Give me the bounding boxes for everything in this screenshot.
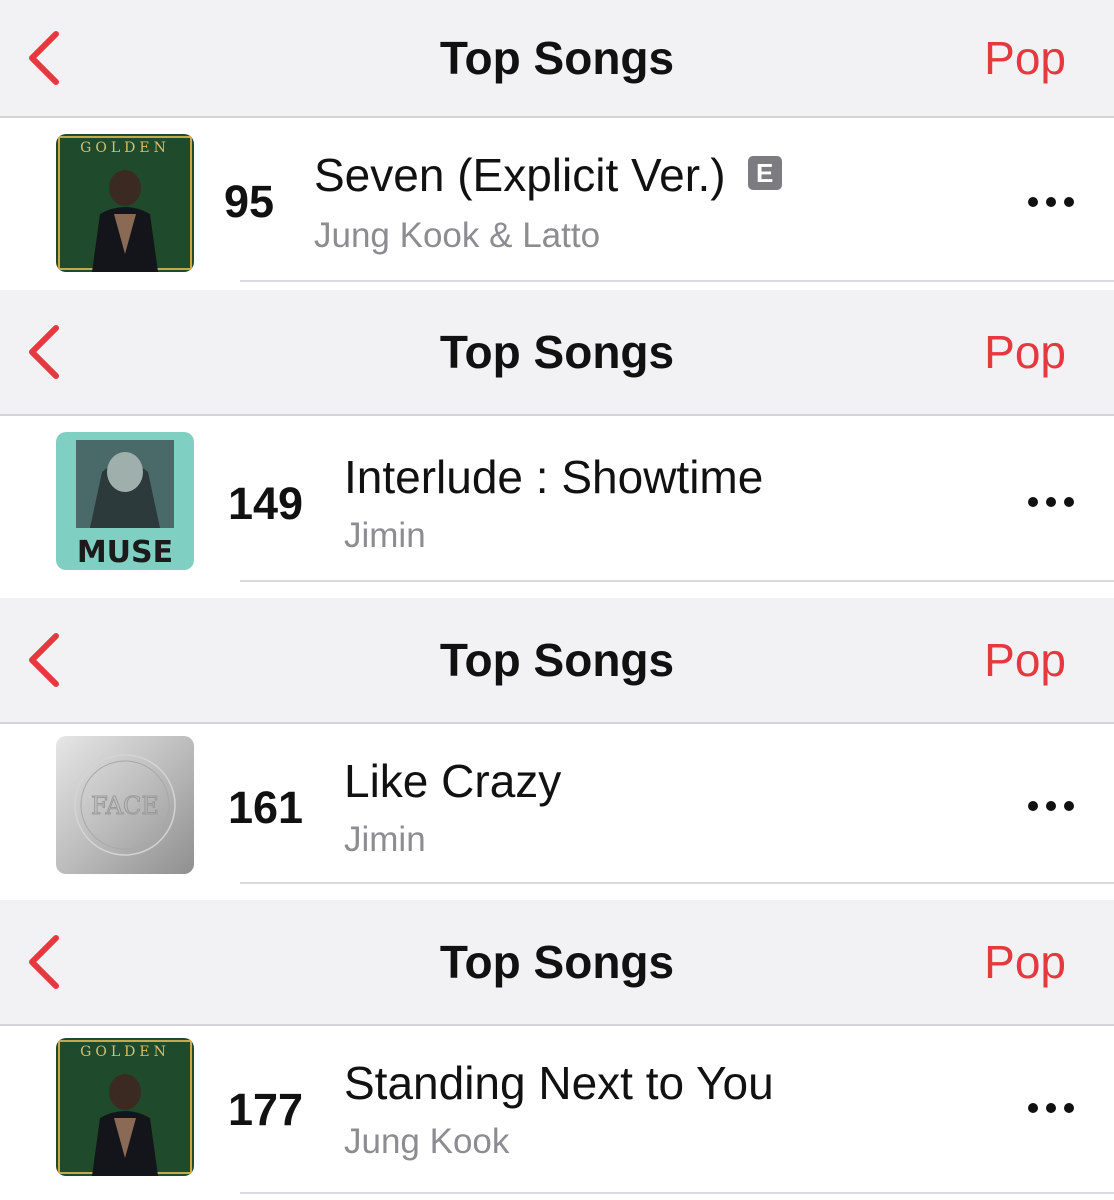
song-row[interactable]: GOLDEN 177 Standing Next to You Jung Koo… — [0, 1026, 1114, 1200]
chart-rank: 149 — [228, 478, 304, 529]
divider — [240, 1192, 1114, 1194]
page-title: Top Songs — [439, 634, 675, 686]
song-row[interactable]: MUSE 149 Interlude : Showtime Jimin — [0, 416, 1114, 582]
artist-name: Jimin — [344, 516, 426, 555]
nav-header: Top Songs Pop — [0, 0, 1114, 118]
song-title: Interlude : Showtime — [344, 451, 764, 503]
spacer — [0, 582, 1114, 598]
album-art: GOLDEN — [56, 134, 194, 272]
chart-rank: 161 — [228, 782, 304, 833]
genre-button[interactable]: Pop — [984, 31, 1066, 85]
song-title-text: Seven (Explicit Ver.) — [314, 149, 726, 201]
more-options-icon[interactable] — [1026, 1098, 1076, 1118]
more-options-icon[interactable] — [1026, 192, 1076, 212]
album-art-label: FACE — [91, 792, 159, 820]
nav-header: Top Songs Pop — [0, 598, 1114, 724]
album-art-label: GOLDEN — [80, 1044, 170, 1060]
chart-rank: 177 — [228, 1084, 304, 1135]
spacer — [0, 884, 1114, 900]
song-title: Standing Next to You — [344, 1057, 774, 1109]
album-art-label: MUSE — [77, 535, 173, 570]
chart-rank: 95 — [224, 176, 275, 227]
artist-name: Jung Kook — [344, 1122, 510, 1161]
album-art: MUSE — [56, 432, 194, 570]
album-art-label: GOLDEN — [80, 140, 170, 156]
explicit-icon: E — [747, 155, 782, 190]
song-row[interactable]: GOLDEN 95 Seven (Explicit Ver.) E Jung Ko… — [0, 118, 1114, 282]
nav-header: Top Songs Pop — [0, 900, 1114, 1026]
page-title: Top Songs — [439, 32, 675, 84]
song-title: Seven (Explicit Ver.) E — [314, 148, 782, 202]
album-art: GOLDEN — [56, 1038, 194, 1176]
song-row[interactable]: FACE 161 Like Crazy Jimin — [0, 724, 1114, 884]
genre-button[interactable]: Pop — [984, 935, 1066, 989]
genre-button[interactable]: Pop — [984, 633, 1066, 687]
nav-header: Top Songs Pop — [0, 290, 1114, 416]
artist-name: Jimin — [344, 820, 426, 859]
genre-button[interactable]: Pop — [984, 325, 1066, 379]
more-options-icon[interactable] — [1026, 492, 1076, 512]
song-title: Like Crazy — [344, 755, 562, 807]
spacer — [0, 282, 1114, 290]
album-art: FACE — [56, 736, 194, 874]
page-title: Top Songs — [439, 326, 675, 378]
more-options-icon[interactable] — [1026, 796, 1076, 816]
artist-name: Jung Kook & Latto — [314, 216, 601, 255]
page-title: Top Songs — [439, 936, 675, 988]
